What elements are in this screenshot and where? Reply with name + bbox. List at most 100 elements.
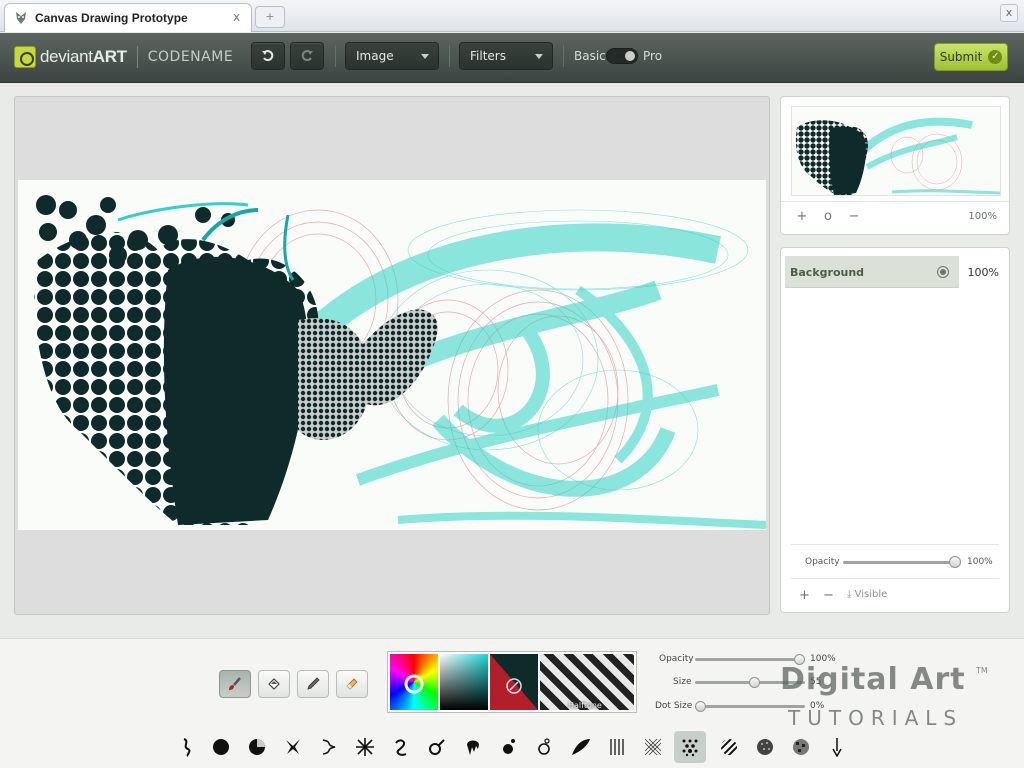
brush-pen-icon[interactable] [824,733,850,761]
eraser-icon [346,678,358,690]
brush-lines-icon[interactable] [604,733,630,761]
slider-handle[interactable] [949,556,961,568]
brush-noise-icon[interactable] [788,733,814,761]
tab-title: Canvas Drawing Prototype [35,11,188,25]
filters-menu[interactable]: Filters [459,42,553,70]
layer-opacity-slider[interactable] [843,556,961,568]
brush-wave-icon[interactable] [316,733,342,761]
divider [791,578,999,579]
basic-pro-toggle[interactable] [606,48,638,64]
codename-label: CODENAME [147,49,234,65]
browser-tab[interactable]: Canvas Drawing Prototype x [4,3,252,32]
watermark-subtitle: TUTORIALS [788,706,964,730]
deviantart-logo[interactable]: deviantART CODENAME [14,46,233,68]
zoom-reset-icon[interactable]: o [821,210,835,224]
brush-stripes-icon[interactable] [716,733,742,761]
saturation-picker[interactable] [440,654,488,710]
brush-size-label: Size [673,677,692,687]
redo-icon [301,50,313,62]
fill-tool-button[interactable] [258,670,290,698]
watermark-trademark: TM [976,666,988,675]
visible-label: Visible [854,589,888,600]
navigator-panel: + o − 100% [780,96,1010,235]
toolbar-divider [335,45,336,67]
brush-splat-icon[interactable] [280,733,306,761]
divider [791,544,999,545]
window-close-button[interactable]: x [1000,4,1018,22]
deviantart-logo-icon [14,46,36,68]
brush-curl-icon[interactable] [388,733,414,761]
browser-tab-strip: Canvas Drawing Prototype x + x [0,0,1024,32]
pattern-label: Halftone [568,701,602,710]
layers-panel: Background 100% Opacity 100% + − ⤓ Visib… [780,247,1010,613]
slider-handle[interactable] [695,701,706,712]
brush-halftone-icon[interactable] [674,731,706,763]
brush-half-icon[interactable] [244,733,270,761]
canvas-artwork [34,195,766,529]
favicon-icon [13,10,29,26]
brush-feather-icon[interactable] [568,733,594,761]
visibility-icon[interactable] [937,266,949,278]
eyedropper-tool-button[interactable] [297,670,329,698]
layer-name: Background [790,266,865,279]
layer-opacity: 100% [967,266,999,279]
layer-row[interactable]: Background 100% [785,256,1007,288]
swap-colors-icon [490,654,538,710]
filters-menu-label: Filters [470,49,506,63]
navigator-footer: + o − 100% [781,201,1009,229]
zoom-level: 100% [968,211,997,222]
thumbnail-artwork [795,117,1000,195]
toolbar-divider [563,45,564,67]
checkmark-icon: ✓ [988,50,1003,64]
brush-burst-icon[interactable] [352,733,378,761]
brush-dots-icon[interactable] [496,733,522,761]
paint-bucket-icon [268,678,280,690]
tab-close-icon[interactable]: x [230,11,243,24]
brush-ring-icon[interactable] [424,733,450,761]
visible-button[interactable]: ⤓ Visible [847,589,887,600]
foreground-background-swatch[interactable] [490,654,538,710]
color-picker-ring [404,674,424,694]
logo-divider [136,46,138,68]
zoom-in-icon[interactable]: + [795,210,809,224]
app-toolbar: deviantART CODENAME Image Filters Basic … [0,33,1024,83]
logo-text: deviantART [40,47,127,66]
zoom-out-icon[interactable]: − [847,210,861,224]
eraser-tool-button[interactable] [336,670,368,698]
undo-button[interactable] [251,42,285,70]
dot-size-label: Dot Size [655,701,693,711]
chevron-down-icon [421,54,429,59]
brush-texture-icon[interactable] [752,733,778,761]
navigator-thumbnail[interactable] [791,106,1001,196]
brush-squiggle-icon[interactable] [174,733,200,761]
chevron-down-icon [535,54,543,59]
undo-icon [262,50,274,62]
hue-wheel[interactable] [390,654,438,710]
add-layer-icon[interactable]: + [799,588,810,603]
brush-opacity-slider[interactable] [695,654,805,665]
drawing-canvas[interactable] [18,180,766,530]
slider-handle[interactable] [749,677,760,688]
redo-button[interactable] [290,42,324,70]
layer-opacity-value: 100% [967,557,993,567]
brush-crosshatch-icon[interactable] [640,733,666,761]
brush-opacity-label: Opacity [659,654,694,664]
layer-name-cell: Background [785,256,959,288]
brush-tool-button[interactable] [219,670,251,698]
watermark-title: Digital Art [780,662,966,697]
image-menu[interactable]: Image [345,42,439,70]
brush-drip-icon[interactable] [460,733,486,761]
brush-bubble-icon[interactable] [532,733,558,761]
new-tab-button[interactable]: + [255,6,285,28]
download-icon: ⤓ [847,589,852,600]
image-menu-label: Image [356,49,394,63]
remove-layer-icon[interactable]: − [823,588,834,603]
toggle-knob [625,51,635,61]
mode-pro-label: Pro [643,49,663,63]
submit-button[interactable]: Submit ✓ [934,43,1008,71]
submit-label: Submit [939,50,983,64]
layer-opacity-label: Opacity [805,557,840,567]
toolbar-divider [449,45,450,67]
brush-round-icon[interactable] [208,733,234,761]
eyedropper-icon [307,677,320,690]
